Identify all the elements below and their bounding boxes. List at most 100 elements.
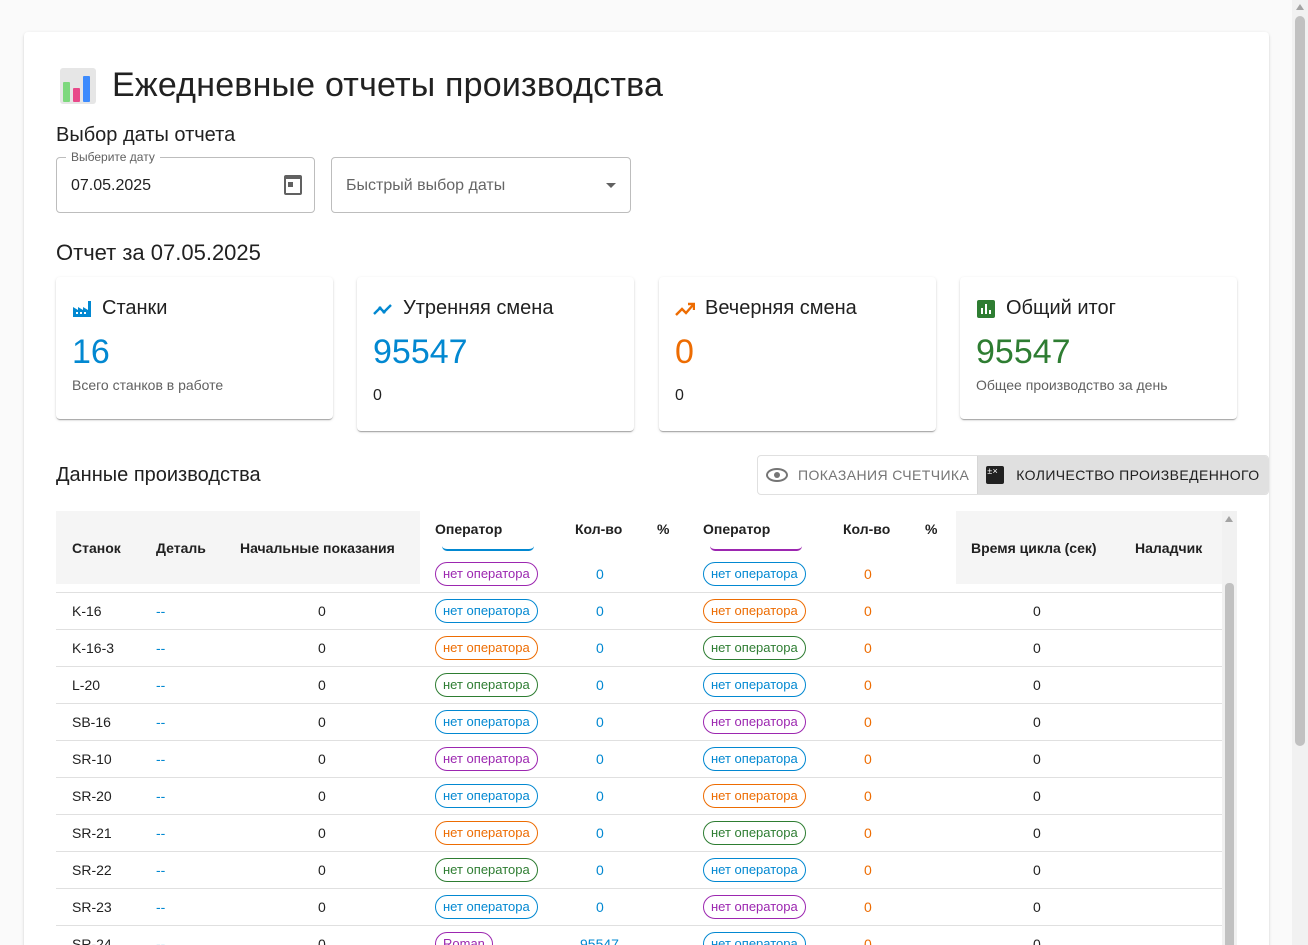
date-field-value[interactable]: 07.05.2025: [71, 177, 151, 195]
quantity-produced-toggle[interactable]: КОЛИЧЕСТВО ПРОИЗВЕДЕННОГО: [977, 456, 1268, 494]
card-total: Общий итог 95547 Общее производство за д…: [960, 277, 1237, 419]
qty-evening: 0: [864, 677, 872, 693]
header: Ежедневные отчеты производства: [60, 66, 663, 105]
card-morning-shift: Утренняя смена 95547 0: [357, 277, 634, 431]
table-row[interactable]: L-20 -- 0 нет оператора 0 нет оператора 0 0: [56, 667, 1222, 704]
operator-chip-morning[interactable]: нет оператора: [435, 636, 538, 660]
operator-chip-morning[interactable]: нет оператора: [435, 858, 538, 882]
initial-reading: 0: [318, 825, 326, 841]
operator-chip-evening[interactable]: нет оператора: [703, 636, 806, 660]
cycle-time: 0: [1033, 677, 1041, 693]
qty-evening: 0: [864, 899, 872, 915]
header-setter[interactable]: Наладчик: [1135, 540, 1202, 556]
table-row[interactable]: SR-24 -- 0 Roman 95547 нет оператора 0 0: [56, 926, 1222, 945]
initial-reading: 0: [318, 788, 326, 804]
table-row[interactable]: SR-10 -- 0 нет оператора 0 нет оператора 0 0: [56, 741, 1222, 778]
header-cycle-time[interactable]: Время цикла (сек): [971, 540, 1097, 556]
table-scrollbar[interactable]: [1222, 511, 1237, 945]
header-pct-morning[interactable]: %: [657, 521, 669, 537]
qty-evening: 0: [864, 825, 872, 841]
operator-chip-morning[interactable]: нет оператора: [435, 710, 538, 734]
header-pct-evening[interactable]: %: [925, 521, 937, 537]
initial-reading: 0: [318, 677, 326, 693]
header-operator-evening[interactable]: Оператор: [703, 521, 770, 537]
table-row[interactable]: SR-21 -- 0 нет оператора 0 нет оператора 0 0: [56, 815, 1222, 852]
card-subtitle: Общее производство за день: [976, 377, 1168, 393]
operator-chip-evening[interactable]: нет оператора: [703, 599, 806, 623]
operator-chip-evening[interactable]: нет оператора: [703, 821, 806, 845]
scroll-up-arrow-icon[interactable]: [1225, 516, 1233, 522]
qty-morning: 0: [596, 714, 604, 730]
operator-chip-evening[interactable]: нет оператора: [703, 710, 806, 734]
table-row[interactable]: SR-22 -- 0 нет оператора 0 нет оператора 0 0: [56, 852, 1222, 889]
operator-chip-morning[interactable]: нет оператора: [435, 784, 538, 808]
initial-reading: 0: [318, 751, 326, 767]
cycle-time: 0: [1033, 862, 1041, 878]
quick-date-select[interactable]: Быстрый выбор даты: [331, 157, 631, 213]
initial-reading: 0: [318, 936, 326, 945]
calculator-icon: [986, 466, 1005, 484]
table-row[interactable]: SB-16 -- 0 нет оператора 0 нет оператора 0 0: [56, 704, 1222, 741]
card-subtitle: 0: [373, 387, 382, 404]
card-title: Утренняя смена: [403, 297, 554, 319]
header-part[interactable]: Деталь: [156, 540, 206, 556]
operator-chip-morning[interactable]: нет оператора: [435, 599, 538, 623]
header-initial[interactable]: Начальные показания: [240, 540, 395, 556]
scroll-up-arrow-icon[interactable]: [1296, 4, 1304, 10]
qty-evening: 0: [864, 751, 872, 767]
machine-name: SR-20: [72, 788, 112, 804]
qty-evening: 0: [864, 640, 872, 656]
chip-edge: [710, 546, 802, 551]
operator-chip-evening[interactable]: нет оператора: [703, 784, 806, 808]
qty-morning: 95547: [580, 936, 619, 945]
table-row[interactable]: SR-23 -- 0 нет оператора 0 нет оператора 0 0: [56, 889, 1222, 926]
operator-chip-evening[interactable]: нет оператора: [703, 932, 806, 945]
page-scrollbar[interactable]: [1292, 0, 1308, 945]
page-scrollbar-thumb[interactable]: [1295, 16, 1305, 746]
toggle-label: КОЛИЧЕСТВО ПРОИЗВЕДЕННОГО: [1016, 467, 1260, 483]
machine-name: L-20: [72, 677, 101, 693]
qty-morning: 0: [596, 899, 604, 915]
operator-chip-morning[interactable]: нет оператора: [435, 673, 538, 697]
operator-chip[interactable]: нет оператора: [703, 562, 806, 586]
table-row[interactable]: SR-20 -- 0 нет оператора 0 нет оператора 0 0: [56, 778, 1222, 815]
production-data-label: Данные производства: [56, 464, 261, 486]
initial-reading: 0: [318, 899, 326, 915]
dropdown-arrow-icon[interactable]: [606, 183, 616, 188]
part-name: --: [156, 825, 166, 841]
operator-chip-morning[interactable]: Roman: [435, 932, 493, 945]
card-machines: Станки 16 Всего станков в работе: [56, 277, 333, 419]
table-row[interactable]: K-16 -- 0 нет оператора 0 нет оператора 0 0: [56, 593, 1222, 630]
operator-chip-morning[interactable]: нет оператора: [435, 895, 538, 919]
operator-chip-morning[interactable]: нет оператора: [435, 821, 538, 845]
initial-reading: 0: [318, 862, 326, 878]
header-qty-evening[interactable]: Кол-во: [843, 521, 890, 537]
operator-chip-evening[interactable]: нет оператора: [703, 747, 806, 771]
counter-readings-toggle[interactable]: ПОКАЗАНИЯ СЧЕТЧИКА: [758, 456, 977, 494]
header-machine[interactable]: Станок: [72, 540, 121, 556]
card-title: Вечерняя смена: [705, 297, 857, 319]
operator-chip-evening[interactable]: нет оператора: [703, 673, 806, 697]
operator-chip[interactable]: нет оператора: [435, 562, 538, 586]
header-operator-morning[interactable]: Оператор: [435, 521, 502, 537]
date-field-label: Выберите дату: [66, 150, 160, 164]
header-qty-morning[interactable]: Кол-во: [575, 521, 622, 537]
bar-chart-icon: [60, 67, 96, 104]
machine-name: K-16-3: [72, 640, 115, 656]
table-scrollbar-thumb[interactable]: [1225, 583, 1234, 945]
qty-evening: 0: [864, 566, 872, 582]
table-row[interactable]: K-16-3 -- 0 нет оператора 0 нет оператора 0 0: [56, 630, 1222, 667]
part-name: --: [156, 899, 166, 915]
machine-name: K-16: [72, 603, 102, 619]
operator-chip-evening[interactable]: нет оператора: [703, 895, 806, 919]
report-panel: Ежедневные отчеты производства Выбор дат…: [24, 32, 1269, 945]
date-picker-field[interactable]: Выберите дату 07.05.2025: [56, 150, 315, 213]
part-name: --: [156, 788, 166, 804]
operator-chip-morning[interactable]: нет оператора: [435, 747, 538, 771]
operator-chip-evening[interactable]: нет оператора: [703, 858, 806, 882]
qty-evening: 0: [864, 714, 872, 730]
qty-morning: 0: [596, 825, 604, 841]
eye-icon: [766, 468, 788, 482]
calendar-icon[interactable]: [284, 175, 302, 195]
report-title: Отчет за 07.05.2025: [56, 240, 261, 265]
